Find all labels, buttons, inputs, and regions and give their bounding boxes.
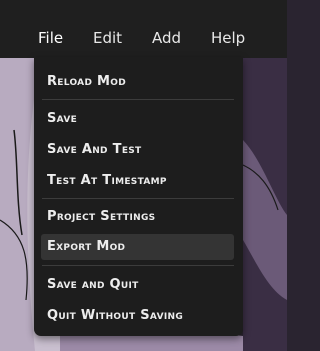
menu-item-save-and-test[interactable]: Save And Test: [41, 137, 234, 163]
file-menu-dropdown: Reload Mod Save Save And Test Test At Ti…: [34, 57, 243, 336]
menu-item-quit-without-saving[interactable]: Quit Without Saving: [41, 303, 234, 329]
menu-edit[interactable]: Edit: [93, 28, 122, 48]
menu-item-export-mod[interactable]: Export Mod: [41, 234, 234, 260]
menu-file[interactable]: File: [38, 28, 63, 48]
menu-item-test-at-timestamp[interactable]: Test At Timestamp: [41, 168, 234, 194]
menu-item-reload-mod[interactable]: Reload Mod: [41, 69, 234, 95]
menu-separator: [42, 99, 234, 100]
menu-item-project-settings[interactable]: Project Settings: [41, 204, 234, 230]
menu-separator: [42, 198, 234, 199]
menu-bar: File Edit Add Help: [0, 0, 287, 58]
menu-separator: [42, 265, 234, 266]
menu-item-save[interactable]: Save: [41, 106, 234, 132]
menu-help[interactable]: Help: [211, 28, 245, 48]
menu-add[interactable]: Add: [152, 28, 181, 48]
menu-item-save-and-quit[interactable]: Save and Quit: [41, 272, 234, 298]
